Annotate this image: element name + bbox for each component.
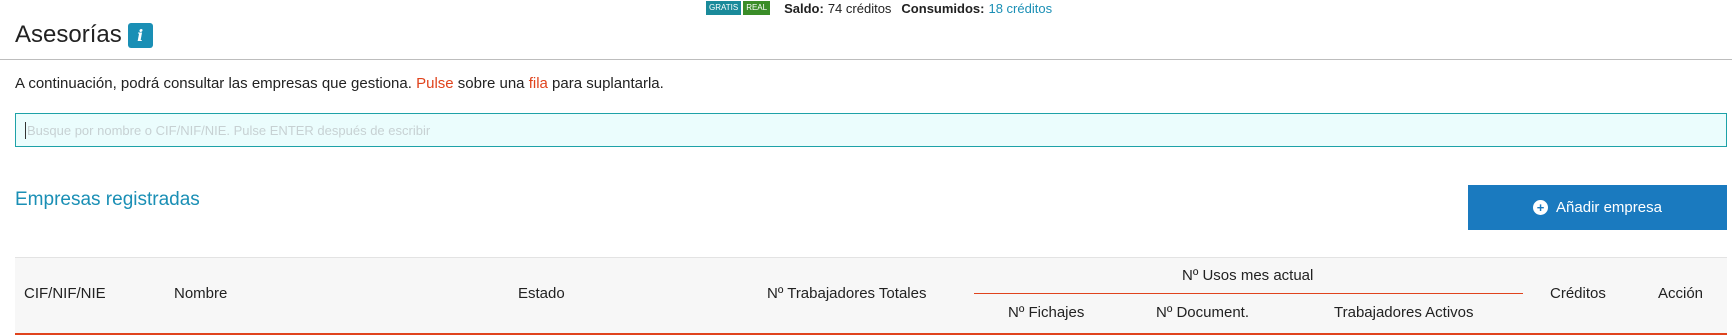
column-header-estado[interactable]: Estado — [518, 285, 565, 302]
intro-fila: fila — [528, 75, 548, 92]
column-group-usos-mes-actual: Nº Usos mes actual — [1182, 267, 1314, 284]
add-company-button[interactable]: + Añadir empresa — [1468, 185, 1727, 230]
search-input[interactable] — [25, 121, 1726, 139]
intro-part1: A continuación, podrá consultar las empr… — [15, 75, 412, 92]
saldo-value: 74 créditos — [827, 0, 892, 16]
plus-circle-icon: + — [1533, 200, 1549, 215]
column-header-trabajadores-activos[interactable]: Trabajadores Activos — [1334, 304, 1474, 321]
column-header-nombre[interactable]: Nombre — [174, 285, 227, 302]
column-header-accion: Acción — [1658, 285, 1704, 302]
column-header-trabajadores-totales[interactable]: Nº Trabajadores Totales — [767, 285, 926, 302]
column-header-cif[interactable]: CIF/NIF/NIE — [24, 285, 106, 302]
intro-part3: para suplantarla. — [552, 75, 664, 92]
intro-part2: sobre una — [457, 75, 525, 92]
column-header-fichajes[interactable]: Nº Fichajes — [1008, 304, 1084, 321]
account-status-bar: GRATIS REAL Saldo: 74 créditos Consumido… — [706, 0, 1052, 16]
consumidos-value-link[interactable]: 18 créditos — [988, 1, 1052, 16]
intro-text: A continuación, podrá consultar las empr… — [15, 75, 664, 92]
column-header-creditos[interactable]: Créditos — [1550, 285, 1606, 302]
text-caret — [25, 122, 26, 139]
companies-table-header: CIF/NIF/NIE Nombre Estado Nº Trabajadore… — [15, 257, 1727, 335]
header-divider — [0, 59, 1732, 60]
section-title: Empresas registradas — [15, 189, 200, 210]
info-icon[interactable]: i — [127, 22, 153, 48]
consumidos-label: Consumidos: — [901, 0, 985, 16]
page-header: Asesorías i — [15, 21, 153, 49]
saldo-label: Saldo: — [784, 0, 824, 16]
column-header-document[interactable]: Nº Document. — [1156, 304, 1249, 321]
page-title: Asesorías — [15, 21, 122, 48]
badge-gratis[interactable]: GRATIS — [706, 1, 742, 15]
badge-real[interactable]: REAL — [743, 1, 771, 15]
add-company-label: Añadir empresa — [1556, 199, 1662, 216]
group-underline — [974, 293, 1523, 294]
intro-pulse: Pulse — [416, 75, 454, 92]
search-box[interactable] — [15, 113, 1727, 147]
